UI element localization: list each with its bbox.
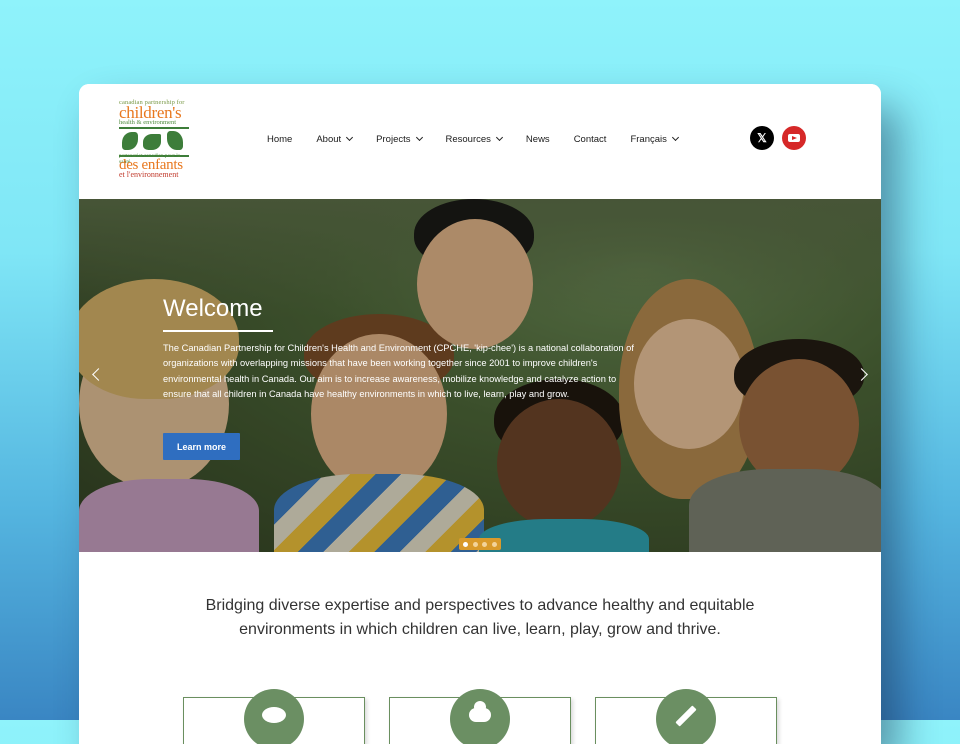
website-card: canadian partnership for children's heal… (79, 84, 881, 744)
chevron-down-icon (346, 133, 354, 142)
logo-line-3: health & environment (119, 119, 177, 126)
leaf-icon (122, 132, 138, 150)
site-logo[interactable]: canadian partnership for children's heal… (119, 99, 191, 179)
slider-dot[interactable] (491, 541, 497, 547)
chat-bubble-icon (244, 689, 304, 744)
play-icon (788, 134, 800, 142)
nav-item-news[interactable]: News (526, 131, 550, 147)
youtube-icon[interactable] (782, 126, 806, 150)
hero-divider (163, 330, 273, 332)
bubble-shape (262, 707, 286, 723)
cloud-icon (450, 689, 510, 744)
hero-description: The Canadian Partnership for Children's … (163, 343, 634, 399)
pencil-shape (675, 705, 697, 727)
leaf-icon (143, 134, 161, 150)
pencil-icon (656, 689, 716, 744)
nav-label: Contact (573, 133, 607, 145)
slider-dot[interactable] (482, 541, 488, 547)
chevron-down-icon (495, 133, 503, 142)
hero-slider: Welcome The Canadian Partnership for Chi… (79, 199, 881, 552)
slider-pagination (459, 538, 501, 550)
nav-item-projects[interactable]: Projects (376, 131, 423, 147)
leaf-icon (167, 131, 183, 150)
slider-dot[interactable] (472, 541, 478, 547)
main-nav: Home About Projects Resources News Conta… (267, 131, 702, 147)
nav-item-about[interactable]: About (316, 131, 354, 147)
site-header: canadian partnership for children's heal… (79, 84, 881, 199)
nav-label: Français (630, 133, 667, 145)
x-logo-icon[interactable]: 𝕏 (750, 126, 774, 150)
nav-label: Resources (445, 133, 491, 145)
chevron-down-icon (671, 133, 679, 142)
nav-label: Home (267, 133, 293, 145)
learn-more-button[interactable]: Learn more (163, 433, 240, 460)
logo-line-6: et l'environnement (119, 170, 179, 179)
hero-title: Welcome (163, 295, 263, 322)
mission-tagline: Bridging diverse expertise and perspecti… (205, 597, 755, 638)
nav-label: Projects (376, 133, 411, 145)
nav-item-language[interactable]: Français (630, 131, 679, 147)
nav-label: News (525, 133, 550, 145)
x-glyph: 𝕏 (757, 131, 767, 145)
slider-dot[interactable] (463, 541, 469, 547)
nav-item-resources[interactable]: Resources (445, 131, 503, 147)
nav-label: About (316, 133, 342, 145)
nav-item-home[interactable]: Home (267, 131, 292, 147)
chevron-down-icon (415, 133, 423, 142)
nav-item-contact[interactable]: Contact (574, 131, 607, 147)
